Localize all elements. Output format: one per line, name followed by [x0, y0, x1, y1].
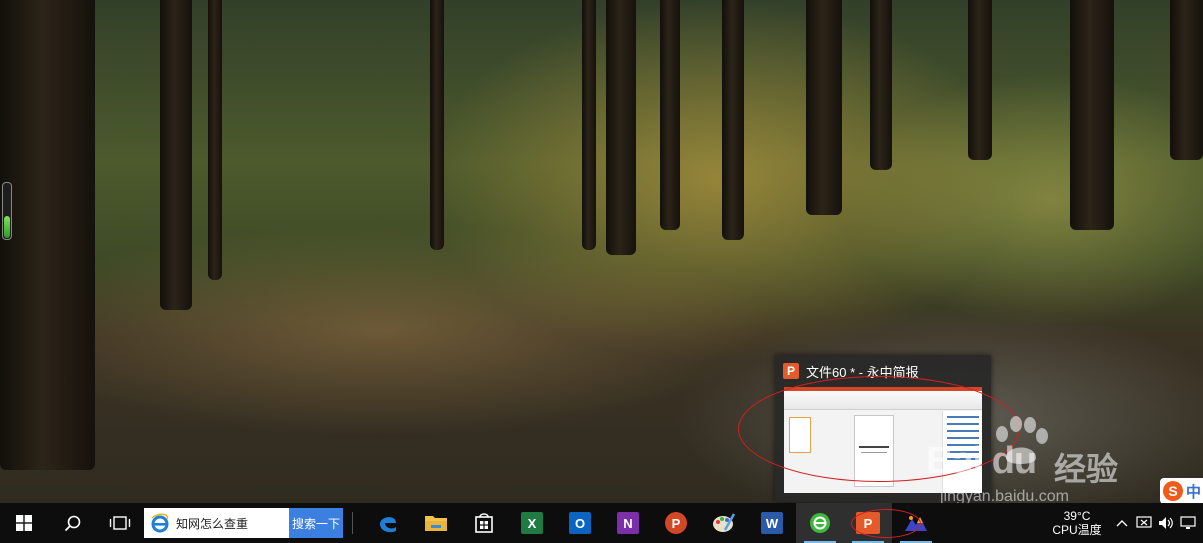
browser-search-go-button[interactable]: 搜索一下 [289, 508, 343, 538]
thumbnail-slide-canvas [854, 415, 894, 487]
paint-icon [713, 513, 736, 532]
taskbar-app-store[interactable] [460, 503, 508, 543]
desktop: P 文件60 * - 永中简报 Bai du 经验 jingyan.baidu.… [0, 0, 1203, 543]
windows-start-icon [16, 515, 32, 531]
thumbnail-ribbon [784, 387, 982, 410]
store-icon [475, 513, 493, 533]
edge-icon [380, 517, 396, 533]
ie-icon [149, 512, 171, 534]
excel-icon: X [521, 512, 543, 534]
tray-volume-button[interactable] [1155, 503, 1177, 543]
memory-gauge-widget[interactable] [2, 182, 12, 240]
search-icon [64, 515, 80, 531]
taskbar-app-outlook[interactable]: O [556, 503, 604, 543]
taskbar-app-yozo-presentation[interactable]: P [844, 503, 892, 543]
yozo-presentation-icon: P [783, 363, 799, 379]
outlook-icon: O [569, 512, 591, 534]
task-view-icon [109, 516, 131, 530]
volume-icon [1159, 517, 1173, 529]
browser-search-box[interactable]: 知网怎么查重 [144, 508, 289, 538]
taskbar-app-mountain[interactable] [892, 503, 940, 543]
taskbar-app-edge[interactable] [364, 503, 412, 543]
sogou-icon: S [1163, 481, 1183, 501]
thumbnail-window-preview[interactable] [784, 387, 982, 493]
taskbar: 知网怎么查重 搜索一下 X O N P W P [0, 503, 1203, 543]
taskbar-thumbnail-preview[interactable]: P 文件60 * - 永中简报 [775, 355, 991, 502]
powerpoint-icon: P [665, 512, 687, 534]
browser-search-query[interactable]: 知网怎么查重 [176, 515, 248, 532]
taskbar-app-powerpoint[interactable]: P [652, 503, 700, 543]
paw-logo-icon [996, 416, 1048, 464]
cpu-temperature-widget[interactable]: 39°C CPU温度 [1043, 509, 1111, 537]
tray-overflow-button[interactable] [1111, 503, 1133, 543]
folder-icon [425, 516, 447, 531]
ime-mode: 中 [1186, 483, 1202, 501]
taskbar-app-browser-360[interactable] [796, 503, 844, 543]
ime-indicator[interactable]: S 中 [1160, 478, 1203, 504]
taskbar-app-file-explorer[interactable] [412, 503, 460, 543]
thumbnail-slide-list [789, 417, 811, 453]
yozo-presentation-icon: P [856, 512, 880, 534]
chevron-up-icon [1116, 520, 1128, 527]
onenote-icon: N [617, 512, 639, 534]
mountain-app-icon [905, 516, 927, 531]
taskbar-app-paint[interactable] [700, 503, 748, 543]
taskbar-app-onenote[interactable]: N [604, 503, 652, 543]
thumbnail-header: P 文件60 * - 永中简报 [783, 362, 919, 380]
start-button[interactable] [0, 503, 48, 543]
cpu-temperature-value: 39°C [1063, 509, 1091, 523]
taskbar-app-excel[interactable]: X [508, 503, 556, 543]
cpu-temperature-label: CPU温度 [1052, 523, 1102, 537]
network-disconnected-icon [1136, 516, 1152, 528]
watermark-logo-cn: 经验 [1054, 451, 1119, 487]
thumbnail-title: 文件60 * - 永中简报 [806, 364, 919, 380]
tray-action-center-button[interactable] [1177, 503, 1199, 543]
system-tray: 39°C CPU温度 [1043, 503, 1199, 543]
thumbnail-side-pane [942, 411, 982, 493]
task-view-button[interactable] [96, 503, 144, 543]
word-icon: W [761, 512, 783, 534]
monitor-icon [1180, 516, 1196, 529]
tray-network-button[interactable] [1133, 503, 1155, 543]
browser-360-icon [810, 513, 830, 533]
taskbar-app-word[interactable]: W [748, 503, 796, 543]
memory-gauge-fill [4, 215, 10, 238]
taskbar-divider [352, 512, 353, 534]
search-button[interactable] [48, 503, 96, 543]
